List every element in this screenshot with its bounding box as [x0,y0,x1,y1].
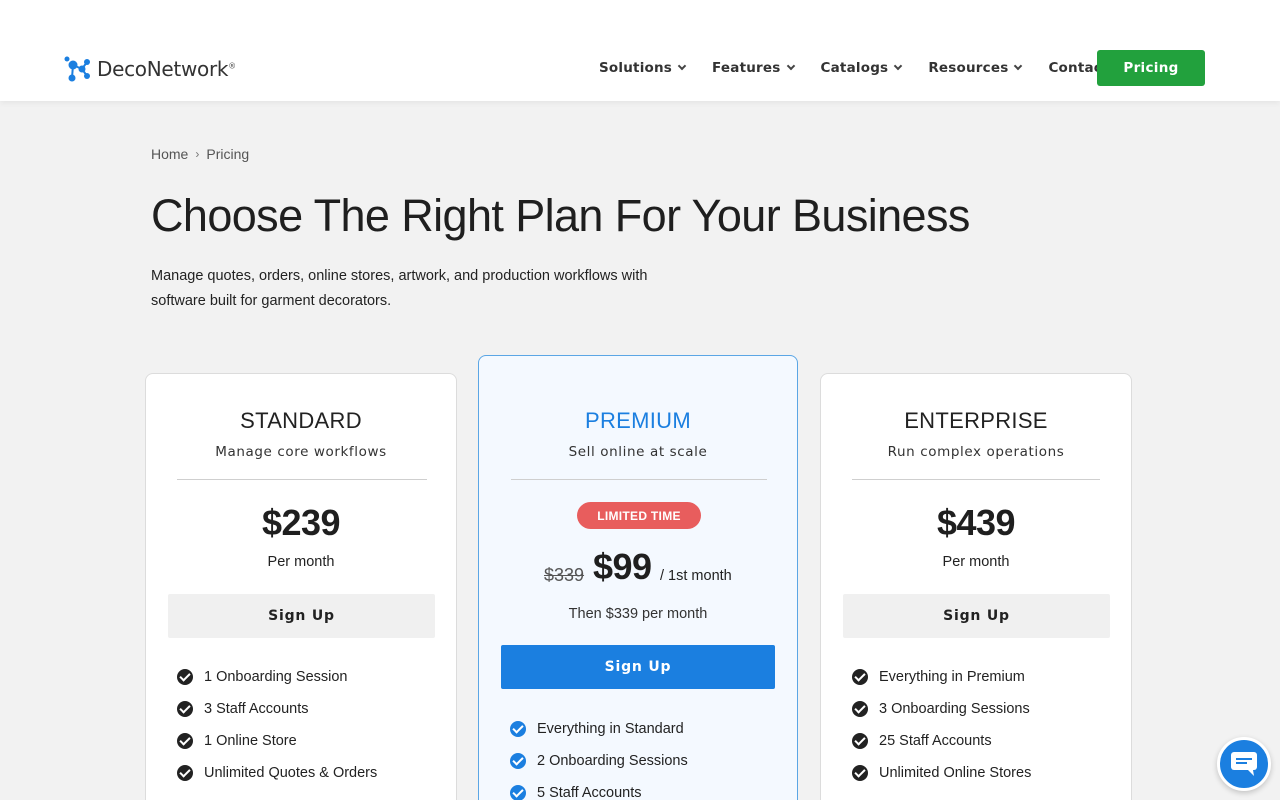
plan-tagline: Manage core workflows [215,444,387,460]
feature-item: 3 Staff Accounts [177,701,309,717]
main-nav: Solutions Features Catalogs Resources Co… [599,58,1133,78]
check-circle-icon [177,765,193,781]
breadcrumb-current: Pricing [206,146,250,162]
sign-up-button-enterprise[interactable]: Sign Up [843,594,1110,638]
plan-price: $239 [261,502,341,543]
feature-item: Everything in Premium [852,669,1025,685]
feature-item: 1 Online Store [177,733,297,749]
old-price: $339 [544,565,585,585]
check-circle-icon [852,669,868,685]
plan-tagline: Sell online at scale [568,444,708,460]
nav-features[interactable]: Features [712,60,795,76]
plan-name: PREMIUM [585,408,691,433]
feature-item: Unlimited Quotes & Orders [177,765,377,781]
breadcrumb: Home › Pricing [151,146,249,162]
sign-up-button-premium[interactable]: Sign Up [501,645,775,689]
plan-card-enterprise: ENTERPRISE Run complex operations $439 P… [820,373,1132,800]
breadcrumb-separator: › [195,147,200,161]
check-circle-icon [852,765,868,781]
check-circle-icon [510,785,526,800]
divider [511,479,767,480]
chat-bubble-icon [1231,752,1257,776]
deconetwork-molecule-icon [64,56,90,82]
plan-tagline: Run complex operations [887,444,1065,460]
check-circle-icon [177,733,193,749]
feature-item: 2 Onboarding Sessions [510,753,688,769]
breadcrumb-home[interactable]: Home [151,146,188,162]
plan-name: STANDARD [240,408,362,433]
plan-name: ENTERPRISE [904,408,1048,433]
page-title: Choose The Right Plan For Your Business [151,190,970,241]
then-price-note: Then $339 per month [568,606,708,622]
check-circle-icon [852,733,868,749]
site-header: DecoNetwork® Solutions Features Catalogs… [0,0,1280,101]
nav-catalogs[interactable]: Catalogs [821,60,903,76]
pricing-button[interactable]: Pricing [1097,50,1205,86]
chevron-down-icon [894,61,903,71]
logo-text: DecoNetwork® [97,57,236,81]
plan-card-premium: PREMIUM Sell online at scale LIMITED TIM… [478,355,798,800]
divider [852,479,1100,480]
nav-resources[interactable]: Resources [928,60,1023,76]
divider [177,479,427,480]
feature-item: 5 Staff Accounts [510,785,642,800]
feature-item: 3 Onboarding Sessions [852,701,1030,717]
feature-item: 25 Staff Accounts [852,733,992,749]
check-circle-icon [852,701,868,717]
page-subtitle: Manage quotes, orders, online stores, ar… [151,268,648,309]
plan-period: / 1st month [660,568,732,584]
chevron-down-icon [1014,61,1023,71]
check-circle-icon [510,721,526,737]
nav-solutions[interactable]: Solutions [599,60,687,76]
plan-price: $99 [593,546,652,587]
check-circle-icon [177,669,193,685]
feature-item: 1 Onboarding Session [177,669,348,685]
feature-item: Everything in Standard [510,721,684,737]
sign-up-button-standard[interactable]: Sign Up [168,594,435,638]
check-circle-icon [177,701,193,717]
plan-period: Per month [267,554,335,570]
chevron-down-icon [677,61,687,71]
check-circle-icon [510,753,526,769]
chat-widget-button[interactable] [1217,737,1271,791]
plan-card-standard: STANDARD Manage core workflows $239 Per … [145,373,457,800]
plan-price: $439 [936,502,1016,543]
deconetwork-logo[interactable]: DecoNetwork® [63,54,236,84]
limited-time-badge: LIMITED TIME [577,502,701,529]
chevron-down-icon [786,61,795,71]
feature-item: Unlimited Online Stores [852,765,1031,781]
plan-period: Per month [942,554,1010,570]
